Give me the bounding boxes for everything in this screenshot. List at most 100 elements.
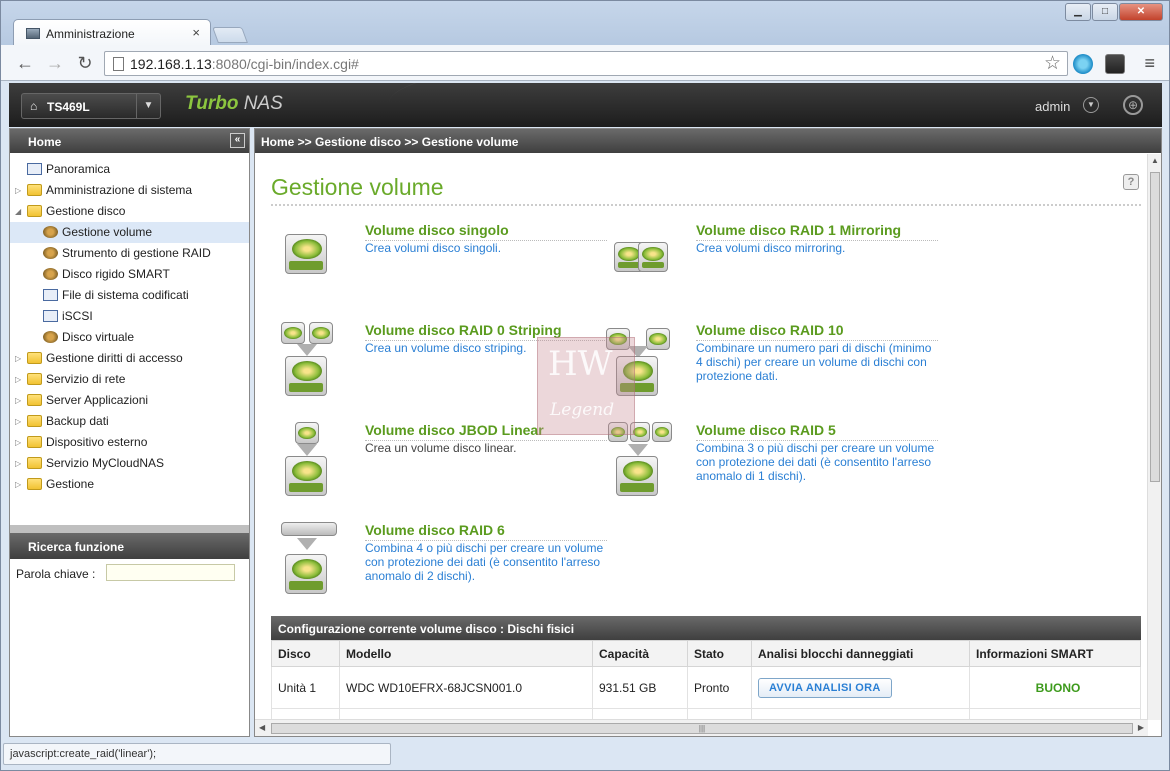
horizontal-scrollbar[interactable]: ◀ ||| ▶ xyxy=(255,719,1148,736)
new-tab-button[interactable] xyxy=(212,27,248,43)
sidebar-title[interactable]: Home xyxy=(28,135,61,149)
sidebar-item-mycloudnas[interactable]: ▷ Servizio MyCloudNAS xyxy=(10,453,249,474)
expand-icon[interactable]: ▷ xyxy=(15,453,21,474)
option-single-disk[interactable]: Volume disco singolo Crea volumi disco s… xyxy=(271,222,607,302)
url-host: 192.168.1.13 xyxy=(130,56,212,72)
cell-model: WDC WD10EFRX-68JCSN001.0 xyxy=(339,666,593,709)
option-jbod[interactable]: Volume disco JBOD Linear Crea un volume … xyxy=(271,422,607,502)
chevron-down-icon[interactable]: ▼ xyxy=(136,94,160,118)
virtual-disk-icon xyxy=(43,331,58,343)
folder-icon xyxy=(27,457,42,469)
watermark-logo: HW Legend xyxy=(537,337,635,435)
sidebar-header: Home « xyxy=(10,129,249,153)
bookmark-star-icon[interactable]: ☆ xyxy=(1044,52,1061,75)
option-desc[interactable]: Combinare un numero pari di dischi (mini… xyxy=(696,341,940,383)
help-icon[interactable]: ? xyxy=(1123,174,1139,190)
option-title[interactable]: Volume disco RAID 10 xyxy=(696,322,844,338)
expand-icon[interactable]: ▷ xyxy=(15,348,21,369)
close-window-button[interactable]: ✕ xyxy=(1119,3,1163,21)
sidebar-item-raid-tool[interactable]: Strumento di gestione RAID xyxy=(10,243,249,264)
option-desc[interactable]: Combina 4 o più dischi per creare un vol… xyxy=(365,541,609,583)
option-title[interactable]: Volume disco RAID 0 Striping xyxy=(365,322,562,338)
option-title[interactable]: Volume disco JBOD Linear xyxy=(365,422,544,438)
option-title[interactable]: Volume disco RAID 1 Mirroring xyxy=(696,222,901,238)
model-name: TS469L xyxy=(47,100,90,114)
sidebar-item-label: Dispositivo esterno xyxy=(46,435,148,449)
expand-icon[interactable]: ▷ xyxy=(15,390,21,411)
sidebar-item-app-servers[interactable]: ▷ Server Applicazioni xyxy=(10,390,249,411)
overview-icon xyxy=(27,163,42,175)
back-icon[interactable]: ← xyxy=(13,51,37,75)
browser-tab[interactable]: Amministrazione × xyxy=(13,19,211,47)
start-scan-button[interactable]: AVVIA ANALISI ORA xyxy=(758,677,892,698)
sidebar-item-encrypted-fs[interactable]: File di sistema codificati xyxy=(10,285,249,306)
nav-tree: Panoramica ▷ Amministrazione di sistema ◢… xyxy=(10,153,249,495)
forward-icon[interactable]: → xyxy=(43,51,67,75)
option-raid10[interactable]: Volume disco RAID 10 Combinare un numero… xyxy=(602,322,938,402)
address-bar[interactable]: 192.168.1.13:8080/cgi-bin/index.cgi# ☆ xyxy=(104,51,1068,76)
option-raid1[interactable]: Volume disco RAID 1 Mirroring Crea volum… xyxy=(602,222,938,302)
sidebar-item-label: Servizio MyCloudNAS xyxy=(46,456,165,470)
collapse-icon[interactable]: ◢ xyxy=(15,201,21,222)
keyword-search-input[interactable] xyxy=(106,564,235,581)
sidebar-item-gestione-disco[interactable]: ◢ Gestione disco xyxy=(10,201,249,222)
option-desc[interactable]: Crea volumi disco singoli. xyxy=(365,241,609,255)
model-selector[interactable]: ⌂ TS469L ▼ xyxy=(21,93,161,119)
extension-check-icon[interactable] xyxy=(1105,54,1125,74)
sidebar-item-smart[interactable]: Disco rigido SMART xyxy=(10,264,249,285)
encrypted-fs-icon xyxy=(43,289,58,301)
sidebar-item-network-service[interactable]: ▷ Servizio di rete xyxy=(10,369,249,390)
option-title[interactable]: Volume disco RAID 6 xyxy=(365,522,505,538)
expand-icon[interactable]: ▷ xyxy=(15,180,21,201)
user-menu-icon[interactable]: ▼ xyxy=(1083,97,1099,113)
sidebar-item-label: Amministrazione di sistema xyxy=(46,183,193,197)
breadcrumb: Home >> Gestione disco >> Gestione volum… xyxy=(255,129,1161,153)
option-desc[interactable]: Combina 3 o più dischi per creare un vol… xyxy=(696,441,940,483)
option-title[interactable]: Volume disco singolo xyxy=(365,222,509,238)
expand-icon[interactable]: ▷ xyxy=(15,411,21,432)
option-desc[interactable]: Crea un volume disco linear. xyxy=(365,441,609,455)
sidebar-item-external-device[interactable]: ▷ Dispositivo esterno xyxy=(10,432,249,453)
minimize-button[interactable]: ▁ xyxy=(1065,3,1091,21)
sidebar-item-virtual-disk[interactable]: Disco virtuale xyxy=(10,327,249,348)
sidebar-item-label: Strumento di gestione RAID xyxy=(62,246,211,260)
raid-gear-icon xyxy=(43,247,58,259)
scrollbar-thumb[interactable] xyxy=(1150,172,1160,482)
sidebar-item-access-rights[interactable]: ▷ Gestione diritti di accesso xyxy=(10,348,249,369)
sidebar-item-gestione[interactable]: ▷ Gestione xyxy=(10,474,249,495)
sidebar-item-gestione-volume[interactable]: Gestione volume xyxy=(10,222,249,243)
browser-window: Amministrazione × ▁ □ ✕ ← → ↻ 192.168.1.… xyxy=(0,0,1170,771)
scroll-up-icon[interactable]: ▲ xyxy=(1151,156,1159,165)
vertical-scrollbar[interactable]: ▲ xyxy=(1147,154,1161,720)
option-desc[interactable]: Crea volumi disco mirroring. xyxy=(696,241,940,255)
nas-header: ⌂ TS469L ▼ Turbo NAS admin ▼ ⊕ xyxy=(9,83,1162,127)
user-name[interactable]: admin xyxy=(1035,99,1070,114)
sidebar-item-amministrazione[interactable]: ▷ Amministrazione di sistema xyxy=(10,180,249,201)
skype-extension-icon[interactable] xyxy=(1073,54,1093,74)
raid1-mirror-icon xyxy=(602,222,672,292)
expand-icon[interactable]: ▷ xyxy=(15,369,21,390)
reload-icon[interactable]: ↻ xyxy=(73,51,97,75)
scroll-left-icon[interactable]: ◀ xyxy=(259,723,265,732)
col-modello: Modello xyxy=(339,640,593,667)
maximize-button[interactable]: □ xyxy=(1092,3,1118,21)
scrollbar-thumb[interactable]: ||| xyxy=(271,723,1133,734)
sidebar-item-panoramica[interactable]: Panoramica xyxy=(10,159,249,180)
sidebar-item-iscsi[interactable]: iSCSI xyxy=(10,306,249,327)
sidebar-item-backup[interactable]: ▷ Backup dati xyxy=(10,411,249,432)
browser-menu-icon[interactable]: ≡ xyxy=(1144,53,1155,74)
splitter[interactable] xyxy=(10,525,249,533)
collapse-sidebar-icon[interactable]: « xyxy=(230,133,245,148)
language-globe-icon[interactable]: ⊕ xyxy=(1123,95,1143,115)
option-raid0[interactable]: Volume disco RAID 0 Striping Crea un vol… xyxy=(271,322,607,402)
iscsi-icon xyxy=(43,310,58,322)
option-raid5[interactable]: Volume disco RAID 5 Combina 3 o più disc… xyxy=(602,422,938,502)
expand-icon[interactable]: ▷ xyxy=(15,432,21,453)
volume-gear-icon xyxy=(43,226,58,238)
tab-close-icon[interactable]: × xyxy=(192,25,200,40)
expand-icon[interactable]: ▷ xyxy=(15,474,21,495)
scroll-right-icon[interactable]: ▶ xyxy=(1138,723,1144,732)
cell-smart[interactable]: BUONO xyxy=(969,666,1141,709)
option-raid6[interactable]: Volume disco RAID 6 Combina 4 o più disc… xyxy=(271,522,607,602)
option-title[interactable]: Volume disco RAID 5 xyxy=(696,422,836,438)
